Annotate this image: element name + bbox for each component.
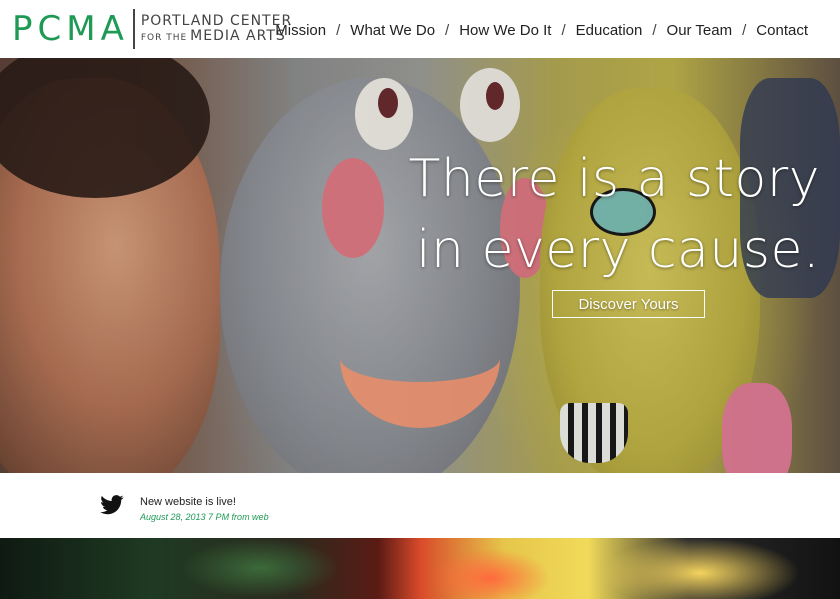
bottom-image-blur <box>430 548 550 599</box>
hero-headline-line-1: There is a story <box>408 149 820 209</box>
tweet-strip <box>0 473 840 538</box>
hero-headline-line-2: in every cause. <box>416 219 820 280</box>
discover-yours-button[interactable]: Discover Yours <box>552 290 705 318</box>
bottom-image-blur <box>600 538 800 599</box>
logo-mark: PCMA <box>12 9 129 49</box>
site-logo[interactable]: PCMA PORTLAND CENTER FOR THE MEDIA ARTS <box>12 6 292 52</box>
nav-separator: / <box>652 22 657 39</box>
hero-headline: There is a story in every cause. <box>400 144 820 285</box>
site-header: PCMA PORTLAND CENTER FOR THE MEDIA ARTS M… <box>0 0 840 58</box>
nav-separator: / <box>336 22 341 39</box>
nav-separator: / <box>742 22 747 39</box>
hero-banner: There is a story in every cause. Discove… <box>0 58 840 473</box>
logo-line-2-small: FOR THE <box>140 33 188 43</box>
nav-separator: / <box>561 22 566 39</box>
logo-line-2-large: MEDIA ARTS <box>190 28 286 44</box>
tweet-text: New website is live! <box>140 496 236 508</box>
nav-item-education[interactable]: Education <box>576 22 643 39</box>
nav-item-contact[interactable]: Contact <box>756 22 808 39</box>
logo-line-1: PORTLAND CENTER <box>140 13 293 30</box>
bottom-image-strip <box>0 538 840 599</box>
logo-divider <box>132 9 135 49</box>
nav-item-mission[interactable]: Mission <box>275 22 326 39</box>
logo-line-2: FOR THE MEDIA ARTS <box>141 29 292 44</box>
nav-item-how-we-do-it[interactable]: How We Do It <box>459 22 551 39</box>
main-nav: Mission / What We Do / How We Do It / Ed… <box>275 22 808 39</box>
twitter-bird-icon[interactable] <box>100 495 124 515</box>
nav-item-what-we-do[interactable]: What We Do <box>350 22 435 39</box>
logo-wordmark: PORTLAND CENTER FOR THE MEDIA ARTS <box>141 14 292 43</box>
nav-item-our-team[interactable]: Our Team <box>667 22 733 39</box>
nav-separator: / <box>445 22 450 39</box>
tweet-meta[interactable]: August 28, 2013 7 PM from web <box>140 512 269 522</box>
bottom-image-blur <box>180 538 340 598</box>
